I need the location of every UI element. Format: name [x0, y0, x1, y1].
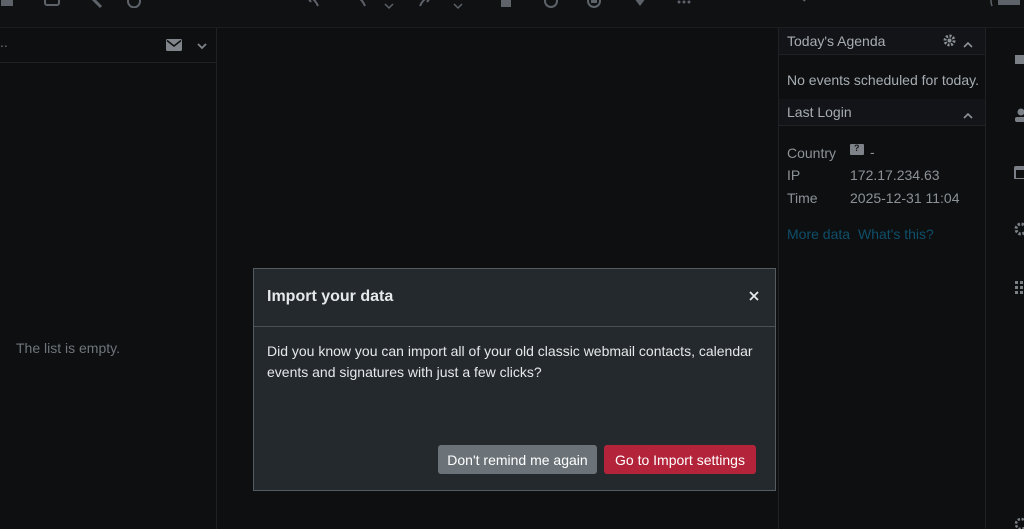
- dialog-header: Import your data: [254, 269, 775, 327]
- dont-remind-button[interactable]: Don't remind me again: [438, 445, 597, 474]
- dialog-body-text: Did you know you can import all of your …: [267, 343, 753, 380]
- close-icon[interactable]: [747, 289, 761, 303]
- import-data-dialog: Import your data Did you know you can im…: [253, 268, 776, 491]
- go-to-import-settings-button[interactable]: Go to Import settings: [604, 445, 756, 474]
- dialog-title: Import your data: [267, 288, 394, 305]
